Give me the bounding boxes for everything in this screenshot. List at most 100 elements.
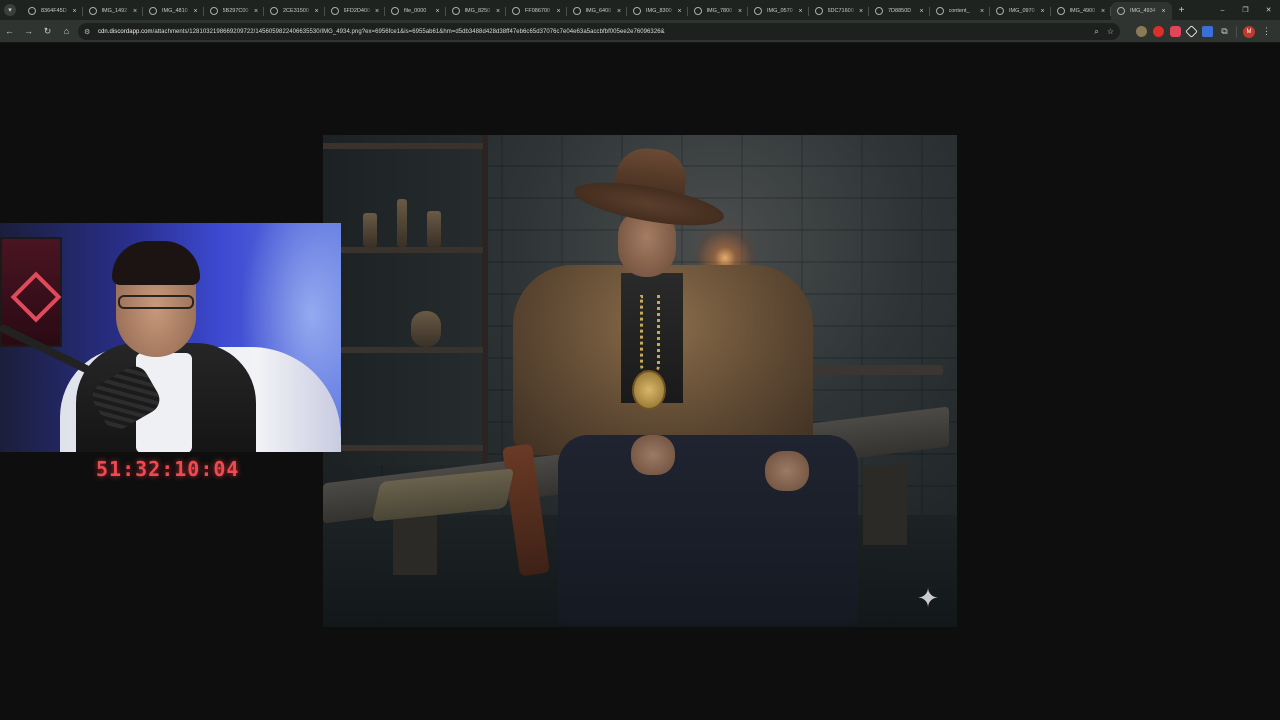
left-hand <box>631 435 675 475</box>
browser-tab[interactable]: 6FD2D400 × <box>325 2 386 20</box>
browser-tab[interactable]: 6DC71600 × <box>809 2 870 20</box>
browser-tab[interactable]: IMG_7800 × <box>688 2 749 20</box>
forward-button[interactable]: → <box>19 22 38 41</box>
minimize-button[interactable]: – <box>1211 0 1234 20</box>
globe-icon <box>270 7 278 15</box>
tab-title: 6DC71600 <box>827 8 854 14</box>
omnibox-actions: ⌕ ☆ <box>1094 23 1114 40</box>
close-tab-icon[interactable]: × <box>252 8 260 15</box>
browser-tab[interactable]: IMG_8250 × <box>446 2 507 20</box>
close-tab-icon[interactable]: × <box>192 8 200 15</box>
globe-icon <box>330 7 339 15</box>
browser-tab[interactable]: IMG_4810 × <box>143 2 204 20</box>
close-tab-icon[interactable]: × <box>797 8 805 15</box>
browser-tab[interactable]: IMG_4900 × <box>1051 2 1112 20</box>
browser-tab[interactable]: IMG_4934 × <box>1111 2 1172 20</box>
close-tab-icon[interactable]: × <box>857 8 865 15</box>
tab-title: 6FD2D400 <box>343 8 371 14</box>
pot <box>411 311 441 347</box>
jar <box>363 213 377 247</box>
browser-tab[interactable]: content_ × <box>930 2 991 20</box>
globe-icon <box>88 7 97 15</box>
tab-title: IMG_8250 <box>464 8 491 14</box>
address-bar[interactable]: ⚙ cdn.discordapp.com/attachments/1281032… <box>78 23 1120 40</box>
tab-title: IMG_7800 <box>706 8 733 14</box>
page-viewport: ✦ 51:32:10:04 <box>0 43 1280 720</box>
restore-button[interactable]: ❐ <box>1234 0 1257 20</box>
reload-button[interactable]: ↻ <box>38 22 57 41</box>
extension-adblock-icon[interactable] <box>1153 26 1164 37</box>
close-tab-icon[interactable]: × <box>131 8 139 15</box>
close-tab-icon[interactable]: × <box>71 8 79 15</box>
close-tab-icon[interactable]: × <box>1160 8 1168 15</box>
browser-tab[interactable]: IMG_0970 × <box>990 2 1051 20</box>
tab-title: 2CE31500 <box>283 8 309 14</box>
tab-strip: ▾ 8364F45D × IMG_1492 × IMG_4810 × 5B297C00 × 2C… <box>0 0 1280 20</box>
browser-tab[interactable]: 7D8850D × <box>869 2 930 20</box>
globe-icon <box>28 7 36 15</box>
browser-tab[interactable]: IMG_6400 × <box>567 2 628 20</box>
globe-icon <box>754 7 762 15</box>
tab-title: FF086700 <box>525 8 551 14</box>
tab-search-button[interactable]: ▾ <box>0 0 20 20</box>
site-info-icon[interactable]: ⚙ <box>84 28 94 36</box>
extension-blue-icon[interactable] <box>1202 26 1213 37</box>
countdown-timer: 51:32:10:04 <box>96 457 240 481</box>
browser-tab[interactable]: 2CE31500 × <box>264 2 325 20</box>
close-tab-icon[interactable]: × <box>918 8 926 15</box>
browser-tab[interactable]: IMG_0570 × <box>748 2 809 20</box>
zoom-icon[interactable]: ⌕ <box>1094 27 1098 37</box>
url-text[interactable]: cdn.discordapp.com/attachments/128103219… <box>98 29 665 35</box>
url-host: cdn.discordapp.com <box>98 28 153 35</box>
close-tab-icon[interactable]: × <box>434 8 442 15</box>
right-hand <box>765 451 809 491</box>
close-tab-icon[interactable]: × <box>676 8 684 15</box>
globe-icon <box>572 7 581 15</box>
close-tab-icon[interactable]: × <box>736 8 744 15</box>
globe-icon <box>693 7 702 15</box>
extensions-puzzle-icon[interactable]: ⧉ <box>1219 26 1230 37</box>
back-button[interactable]: ← <box>0 22 19 41</box>
close-window-button[interactable]: ✕ <box>1257 0 1280 20</box>
tab-list: 8364F45D × IMG_1492 × IMG_4810 × 5B297C00 × 2CE3… <box>20 0 1172 20</box>
url-path: /attachments/1281032198669209722/1456059… <box>152 28 665 35</box>
globe-icon <box>512 7 520 15</box>
close-tab-icon[interactable]: × <box>615 8 623 15</box>
close-tab-icon[interactable]: × <box>1039 8 1047 15</box>
tab-title: 7D8850D <box>888 8 912 14</box>
browser-tab[interactable]: IMG_8300 × <box>627 2 688 20</box>
shelf-board <box>323 347 483 353</box>
profile-avatar[interactable]: M <box>1243 25 1255 38</box>
gold-chain <box>640 295 660 375</box>
close-tab-icon[interactable]: × <box>313 8 321 15</box>
close-tab-icon[interactable]: × <box>1099 8 1107 15</box>
bookmark-star-icon[interactable]: ☆ <box>1107 27 1114 36</box>
extension-red-icon[interactable] <box>1170 26 1181 37</box>
tab-title: IMG_0570 <box>767 8 793 14</box>
cowboy-figure <box>502 145 883 627</box>
close-tab-icon[interactable]: × <box>978 8 986 15</box>
browser-tab[interactable]: IMG_1492 × <box>83 2 144 20</box>
home-button[interactable]: ⌂ <box>57 22 76 41</box>
browser-tab[interactable]: 8364F45D × <box>22 2 83 20</box>
shelf-board <box>323 247 483 253</box>
displayed-image[interactable]: ✦ <box>323 135 957 627</box>
close-tab-icon[interactable]: × <box>555 8 563 15</box>
globe-icon <box>935 7 944 15</box>
tab-title: IMG_0970 <box>1009 8 1035 14</box>
bottle <box>397 199 407 247</box>
extension-diamond-icon[interactable] <box>1185 25 1198 38</box>
close-tab-icon[interactable]: × <box>373 8 381 15</box>
close-tab-icon[interactable]: × <box>494 8 502 15</box>
new-tab-button[interactable]: + <box>1175 5 1189 16</box>
menu-kebab-icon[interactable]: ⋮ <box>1261 26 1272 37</box>
extension-cookie-icon[interactable] <box>1136 26 1147 37</box>
browser-tab[interactable]: 5B297C00 × <box>204 2 265 20</box>
dark-pants <box>558 435 858 625</box>
tab-title: content_ <box>948 8 970 14</box>
globe-icon <box>814 7 823 15</box>
globe-icon <box>1056 7 1065 15</box>
browser-tab[interactable]: file_0000 × <box>385 2 446 20</box>
browser-tab[interactable]: FF086700 × <box>506 2 567 20</box>
tab-title: 5B297C00 <box>222 8 249 14</box>
